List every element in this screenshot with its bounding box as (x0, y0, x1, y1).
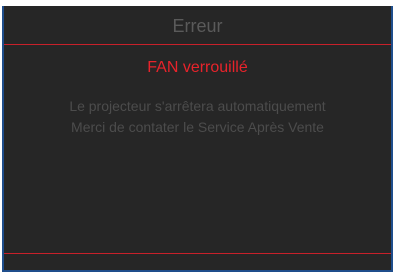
error-label: FAN verrouillé (147, 59, 248, 76)
dialog-title: Erreur (172, 16, 223, 36)
error-message: Le projecteur s'arrêtera automatiquement… (4, 96, 391, 138)
message-line: Merci de contater le Service Après Vente (71, 119, 324, 135)
title-divider (4, 44, 391, 45)
message-line: Le projecteur s'arrêtera automatiquement (69, 98, 326, 114)
error-dialog: Erreur FAN verrouillé Le projecteur s'ar… (2, 6, 393, 272)
footer-divider (4, 253, 391, 254)
